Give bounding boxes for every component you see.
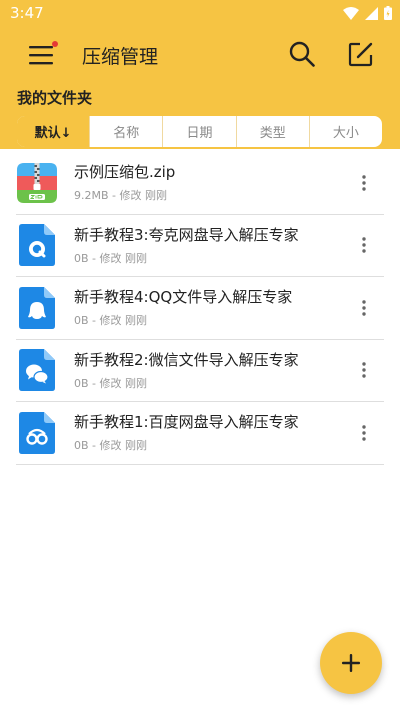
file-meta: 0B - 修改 刚刚 — [74, 251, 148, 265]
file-row[interactable]: 新手教程3:夸克网盘导入解压专家 0B - 修改 刚刚 — [16, 215, 384, 277]
file-row[interactable]: 新手教程4:QQ文件导入解压专家 0B - 修改 刚刚 — [16, 277, 384, 340]
sort-tab-size[interactable]: 大小 — [310, 116, 382, 147]
zip-archive-icon — [16, 162, 58, 204]
file-meta: 0B - 修改 刚刚 — [74, 314, 148, 328]
qq-doc-icon — [16, 286, 58, 329]
battery-icon — [384, 6, 392, 20]
more-options-button[interactable] — [354, 231, 374, 259]
file-meta: 0B - 修改 刚刚 — [74, 376, 148, 390]
sort-tabs: 默认↓ 名称 日期 类型 大小 — [16, 115, 383, 148]
file-name: 新手教程3:夸克网盘导入解压专家 — [74, 225, 299, 244]
more-options-button[interactable] — [354, 169, 374, 197]
file-name: 新手教程4:QQ文件导入解压专家 — [74, 288, 293, 307]
more-options-button[interactable] — [354, 294, 374, 322]
plus-icon — [342, 654, 360, 672]
file-meta: 0B - 修改 刚刚 — [74, 439, 148, 453]
more-options-button[interactable] — [354, 356, 374, 384]
wifi-icon — [343, 6, 359, 20]
file-row[interactable]: 示例压缩包.zip 9.2MB - 修改 刚刚 — [16, 152, 384, 215]
status-time: 3:47 — [10, 4, 44, 22]
more-vertical-icon — [362, 175, 366, 191]
file-meta: 9.2MB - 修改 刚刚 — [74, 189, 167, 203]
file-name: 新手教程1:百度网盘导入解压专家 — [74, 413, 299, 432]
hamburger-menu-icon — [29, 46, 53, 65]
notification-dot — [52, 41, 58, 47]
more-vertical-icon — [362, 425, 366, 441]
sort-tab-date[interactable]: 日期 — [163, 116, 237, 147]
sort-tab-type[interactable]: 类型 — [237, 116, 310, 147]
more-options-button[interactable] — [354, 419, 374, 447]
page-title: 压缩管理 — [82, 45, 159, 68]
baidu-doc-icon — [16, 411, 58, 454]
status-icons — [343, 6, 392, 20]
signal-icon — [365, 6, 378, 20]
file-row[interactable]: 新手教程2:微信文件导入解压专家 0B - 修改 刚刚 — [16, 340, 384, 402]
menu-button[interactable] — [20, 34, 62, 76]
wechat-doc-icon — [16, 349, 58, 392]
quark-doc-icon — [16, 224, 58, 267]
file-name: 示例压缩包.zip — [74, 163, 176, 182]
search-icon — [289, 41, 315, 67]
add-fab-button[interactable] — [320, 632, 382, 694]
edit-icon — [348, 42, 372, 66]
more-vertical-icon — [362, 362, 366, 378]
edit-button[interactable] — [340, 34, 380, 74]
more-vertical-icon — [362, 237, 366, 253]
sort-tab-name[interactable]: 名称 — [90, 116, 164, 147]
search-button[interactable] — [282, 34, 322, 74]
more-vertical-icon — [362, 300, 366, 316]
file-list: 示例压缩包.zip 9.2MB - 修改 刚刚 新手教程3:夸克网盘导入解压专家… — [0, 152, 400, 465]
app-bar: 压缩管理 — [0, 26, 400, 84]
file-row[interactable]: 新手教程1:百度网盘导入解压专家 0B - 修改 刚刚 — [16, 402, 384, 465]
status-bar: 3:47 — [0, 0, 400, 26]
folder-title: 我的文件夹 — [17, 89, 93, 107]
sort-tab-default[interactable]: 默认↓ — [17, 116, 91, 147]
file-name: 新手教程2:微信文件导入解压专家 — [74, 350, 299, 369]
